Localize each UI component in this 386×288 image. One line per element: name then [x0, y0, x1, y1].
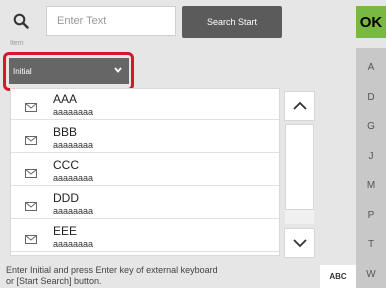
- list-item-detail: aaaaaaaa: [53, 173, 94, 183]
- help-text-line2: or [Start Search] button.: [6, 276, 102, 286]
- list-item[interactable]: DDD aaaaaaaa: [11, 188, 279, 219]
- index-letter[interactable]: D: [356, 92, 386, 103]
- list-item[interactable]: EEE aaaaaaaa: [11, 221, 279, 252]
- index-letter[interactable]: W: [356, 269, 386, 280]
- list-item[interactable]: BBB aaaaaaaa: [11, 122, 279, 153]
- index-bar: A D G J M P T W: [356, 48, 386, 288]
- list-item-name: EEE: [53, 224, 78, 238]
- index-letter[interactable]: G: [356, 121, 386, 132]
- list-item-detail: aaaaaaaa: [53, 239, 94, 249]
- list-item-name: BBB: [53, 125, 78, 139]
- list-item-detail: aaaaaaaa: [53, 140, 94, 150]
- list-item-name: DDD: [53, 191, 79, 205]
- top-bar: Search Start OK: [0, 0, 386, 44]
- search-mode-value: Initial: [13, 66, 32, 76]
- help-text-line1: Enter Initial and press Enter key of ext…: [6, 265, 218, 275]
- index-letter[interactable]: P: [356, 210, 386, 221]
- mail-icon: [25, 99, 37, 117]
- chevron-down-icon: [113, 65, 123, 77]
- mail-icon: [25, 132, 37, 150]
- scroll-thumb[interactable]: [285, 124, 314, 210]
- list-item-detail: aaaaaaaa: [53, 206, 94, 216]
- mail-icon: [25, 231, 37, 249]
- mail-icon: [25, 198, 37, 216]
- search-icon[interactable]: [2, 2, 40, 40]
- search-text-input[interactable]: [46, 6, 176, 36]
- chevron-down-icon: [292, 239, 307, 248]
- index-letter[interactable]: A: [356, 62, 386, 73]
- search-mode-select[interactable]: Initial: [9, 58, 129, 84]
- list-item-detail: aaaaaaaa: [53, 107, 94, 117]
- scroll-down-button[interactable]: [284, 228, 315, 258]
- list-item[interactable]: AAA aaaaaaaa: [11, 89, 279, 120]
- address-list: AAA aaaaaaaa BBB aaaaaaaa CCC aaaaaaaa DDD aaaa…: [10, 88, 280, 256]
- list-item-name: CCC: [53, 158, 79, 172]
- ok-button[interactable]: OK: [356, 6, 386, 38]
- list-item-name: AAA: [53, 92, 78, 106]
- scroll-up-button[interactable]: [284, 91, 315, 121]
- index-letter[interactable]: T: [356, 239, 386, 250]
- index-letter[interactable]: M: [356, 180, 386, 191]
- list-item[interactable]: CCC aaaaaaaa: [11, 155, 279, 186]
- chevron-up-icon: [292, 101, 307, 110]
- abc-button[interactable]: ABC: [320, 265, 356, 288]
- item-label: Item: [10, 40, 24, 47]
- search-start-button[interactable]: Search Start: [182, 6, 282, 38]
- mail-icon: [25, 165, 37, 183]
- index-letter[interactable]: J: [356, 151, 386, 162]
- help-text: Enter Initial and press Enter key of ext…: [0, 260, 320, 288]
